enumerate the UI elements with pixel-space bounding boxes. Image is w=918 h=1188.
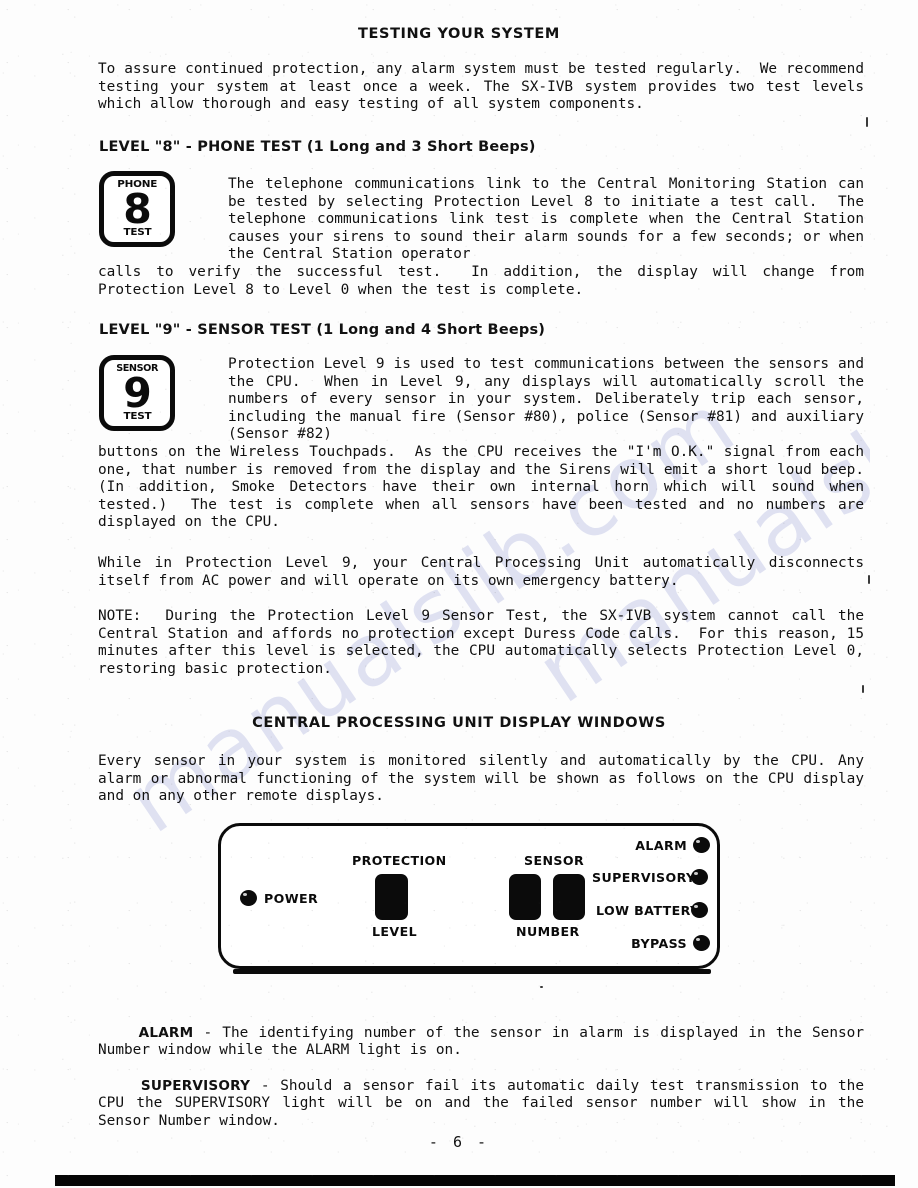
badge-top-label: SENSOR (116, 363, 158, 374)
scan-speck (540, 986, 543, 988)
level-9-subheading: LEVEL "9" - SENSOR TEST (1 Long and 4 Sh… (99, 322, 546, 338)
low-battery-indicator-label: LOW BATTERY (596, 903, 700, 918)
sensor-label: SENSOR (524, 853, 585, 868)
level-9-battery-note: While in Protection Level 9, your Centra… (98, 555, 873, 589)
supervisory-indicator-label: SUPERVISORY (592, 870, 696, 885)
alarm-definition-text: - The identifying number of the sensor i… (98, 1024, 873, 1059)
supervisory-led-icon (691, 869, 708, 885)
level-9-note: NOTE: During the Protection Level 9 Sens… (98, 608, 873, 677)
badge-digit: 9 (123, 368, 152, 417)
level-8-indented-text: The telephone communications link to the… (228, 176, 873, 263)
scan-edge-bar (55, 1175, 895, 1186)
bypass-indicator-label: BYPASS (631, 936, 687, 951)
protection-label: PROTECTION (352, 853, 447, 868)
phone-test-badge-icon: PHONE 8 TEST (99, 171, 175, 247)
power-label: POWER (264, 891, 319, 906)
page-title: TESTING YOUR SYSTEM (358, 26, 560, 42)
number-label: NUMBER (516, 924, 580, 939)
cpu-display-panel-diagram: POWER PROTECTION LEVEL SENSOR NUMBER ALA… (218, 823, 720, 974)
bypass-led-icon (693, 935, 710, 951)
page-number: - 6 - (428, 1133, 490, 1151)
scan-speck (866, 117, 868, 127)
alarm-led-icon (693, 837, 710, 853)
sensor-number-window-ones (553, 874, 585, 920)
sensor-number-window-tens (509, 874, 541, 920)
badge-top-label: PHONE (117, 179, 157, 190)
alarm-indicator-label: ALARM (635, 838, 687, 853)
protection-level-window (375, 874, 408, 920)
badge-bottom-label: TEST (123, 411, 151, 422)
low-battery-led-icon (691, 902, 708, 918)
cpu-section-intro: Every sensor in your system is monitored… (98, 753, 873, 805)
level-8-subheading: LEVEL "8" - PHONE TEST (1 Long and 3 Sho… (99, 139, 536, 155)
badge-bottom-label: TEST (123, 227, 151, 238)
scan-speck (868, 575, 870, 584)
level-label: LEVEL (372, 924, 418, 939)
level-9-continuation-text: buttons on the Wireless Touchpads. As th… (98, 444, 873, 531)
level-9-indented-text: Protection Level 9 is used to test commu… (228, 356, 873, 443)
alarm-definition-term: ALARM (138, 1024, 194, 1041)
cpu-section-heading: CENTRAL PROCESSING UNIT DISPLAY WINDOWS (252, 715, 666, 731)
document-page: manualslib.com manualslib.com TESTING YO… (0, 0, 918, 1188)
power-led-icon (240, 890, 257, 906)
level-8-continuation-text: calls to verify the successful test. In … (98, 264, 873, 298)
supervisory-definition-term: SUPERVISORY (140, 1077, 251, 1094)
badge-digit: 8 (123, 184, 152, 233)
intro-paragraph: To assure continued protection, any alar… (98, 61, 873, 113)
scan-speck (862, 685, 864, 693)
sensor-test-badge-icon: SENSOR 9 TEST (99, 355, 175, 431)
